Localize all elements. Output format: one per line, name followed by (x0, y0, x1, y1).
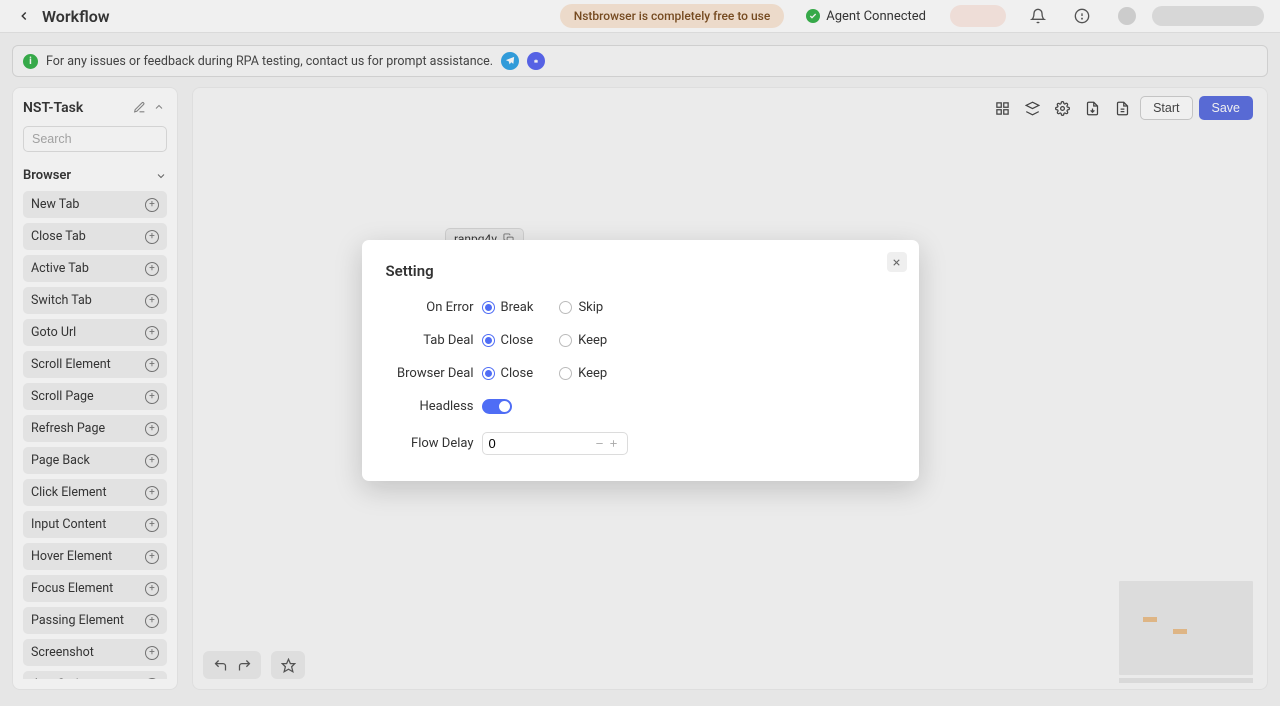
flow-delay-input[interactable] (489, 436, 593, 451)
on-error-radio-skip[interactable]: Skip (559, 300, 603, 315)
close-icon[interactable] (887, 252, 907, 272)
radio-icon (482, 334, 495, 347)
tab-deal-label: Tab Deal (386, 333, 482, 348)
flow-delay-stepper[interactable] (482, 432, 628, 455)
radio-icon (559, 334, 572, 347)
modal-title: Setting (386, 262, 895, 280)
radio-icon (559, 301, 572, 314)
on-error-label: On Error (386, 300, 482, 315)
plus-icon[interactable] (607, 437, 621, 451)
browser-deal-radio-keep[interactable]: Keep (559, 366, 607, 381)
radio-icon (482, 301, 495, 314)
settings-modal: Setting On Error Break Skip Tab Deal Clos… (362, 240, 919, 481)
browser-deal-label: Browser Deal (386, 366, 482, 381)
modal-backdrop: Setting On Error Break Skip Tab Deal Clos… (0, 0, 1280, 706)
radio-label: Keep (578, 333, 607, 348)
radio-label: Close (501, 333, 534, 348)
radio-label: Close (501, 366, 534, 381)
radio-label: Skip (578, 300, 603, 315)
tab-deal-radio-close[interactable]: Close (482, 333, 534, 348)
radio-icon (482, 367, 495, 380)
radio-icon (559, 367, 572, 380)
headless-switch[interactable] (482, 399, 512, 414)
tab-deal-radio-keep[interactable]: Keep (559, 333, 607, 348)
radio-label: Keep (578, 366, 607, 381)
browser-deal-radio-close[interactable]: Close (482, 366, 534, 381)
minus-icon[interactable] (593, 437, 607, 451)
on-error-radio-break[interactable]: Break (482, 300, 534, 315)
headless-label: Headless (386, 399, 482, 414)
flow-delay-label: Flow Delay (386, 436, 482, 451)
radio-label: Break (501, 300, 534, 315)
